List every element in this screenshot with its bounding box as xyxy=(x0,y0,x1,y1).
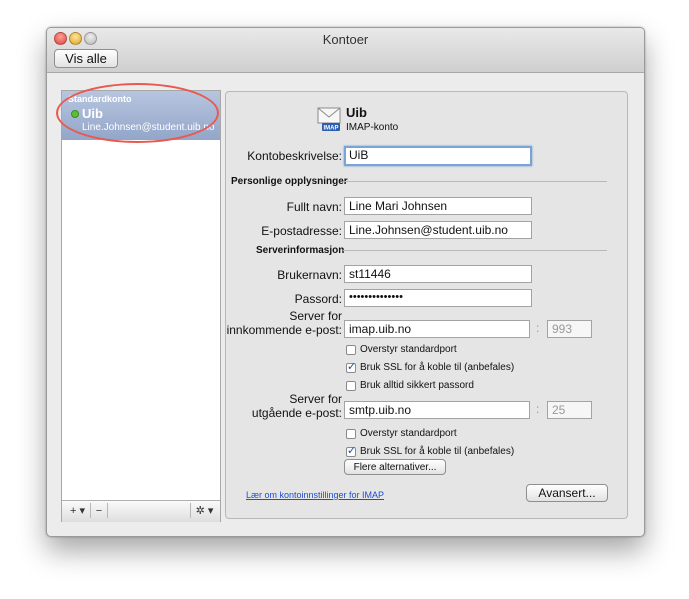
description-label: Kontobeskrivelse: xyxy=(247,149,342,163)
show-all-button[interactable]: Vis alle xyxy=(54,49,118,68)
learn-imap-settings-link[interactable]: Lær om kontoinnstillinger for IMAP xyxy=(246,490,384,500)
description-input[interactable]: UiB xyxy=(344,146,532,166)
add-account-button[interactable]: + ▾ xyxy=(65,503,91,518)
account-type: IMAP-konto xyxy=(346,122,399,133)
incoming-port-input[interactable]: 993 xyxy=(547,320,592,338)
use-ssl-checkbox-outgoing[interactable] xyxy=(346,444,356,457)
imap-badge: IMAP xyxy=(324,126,339,132)
advanced-button[interactable]: Avansert... xyxy=(526,484,608,502)
email-label: E-postadresse: xyxy=(261,224,342,238)
incoming-server-input[interactable]: imap.uib.no xyxy=(344,320,530,338)
use-ssl-checkbox-incoming[interactable] xyxy=(346,360,356,373)
outgoing-server-input[interactable]: smtp.uib.no xyxy=(344,401,530,419)
accounts-sidebar: Standardkonto Uib Line.Johnsen@student.u… xyxy=(61,90,221,522)
incoming-server-label-1: Server for xyxy=(289,309,342,323)
sidebar-toolbar: + ▾ − ✲ ▾ xyxy=(62,500,220,522)
password-input[interactable]: •••••••••••••• xyxy=(344,289,532,307)
password-label: Passord: xyxy=(294,292,342,306)
outgoing-port-input[interactable]: 25 xyxy=(547,401,592,419)
fullname-label: Fullt navn: xyxy=(286,200,342,214)
remove-account-button[interactable]: − xyxy=(91,503,108,518)
account-settings-panel: IMAP Uib IMAP-konto Kontobeskrivelse: Ui… xyxy=(225,91,628,519)
username-label: Brukernavn: xyxy=(277,268,342,282)
server-info-header: Serverinformasjon xyxy=(256,245,345,256)
username-input[interactable]: st11446 xyxy=(344,265,532,283)
annotation-highlight-ellipse xyxy=(56,83,219,143)
account-title: Uib xyxy=(346,105,367,120)
more-options-button[interactable]: Flere alternativer... xyxy=(344,459,446,475)
override-port-checkbox-outgoing[interactable] xyxy=(346,429,356,439)
title-bar: Kontoer Vis alle xyxy=(47,28,644,73)
override-port-label-outgoing: Overstyr standardport xyxy=(360,428,457,439)
fullname-input[interactable]: Line Mari Johnsen xyxy=(344,197,532,215)
window-title: Kontoer xyxy=(322,32,369,47)
section-divider xyxy=(343,181,607,182)
port-separator: : xyxy=(536,321,540,335)
use-ssl-label-outgoing: Bruk SSL for å koble til (anbefales) xyxy=(360,446,515,457)
email-input[interactable]: Line.Johnsen@student.uib.no xyxy=(344,221,532,239)
mail-envelope-icon: IMAP xyxy=(317,107,341,132)
gear-action-button[interactable]: ✲ ▾ xyxy=(190,503,218,518)
outgoing-server-label-1: Server for xyxy=(289,392,342,406)
override-port-label-incoming: Overstyr standardport xyxy=(360,344,457,355)
port-separator: : xyxy=(536,402,540,416)
personal-info-header: Personlige opplysninger xyxy=(231,176,348,187)
outgoing-server-label-2: utgående e-post: xyxy=(251,406,342,420)
override-port-checkbox-incoming[interactable] xyxy=(346,345,356,355)
incoming-server-label-2: innkommende e-post: xyxy=(226,323,342,337)
section-divider xyxy=(343,250,607,251)
secure-password-label: Bruk alltid sikkert passord xyxy=(360,380,474,391)
secure-password-checkbox[interactable] xyxy=(346,381,356,391)
use-ssl-label-incoming: Bruk SSL for å koble til (anbefales) xyxy=(360,362,515,373)
